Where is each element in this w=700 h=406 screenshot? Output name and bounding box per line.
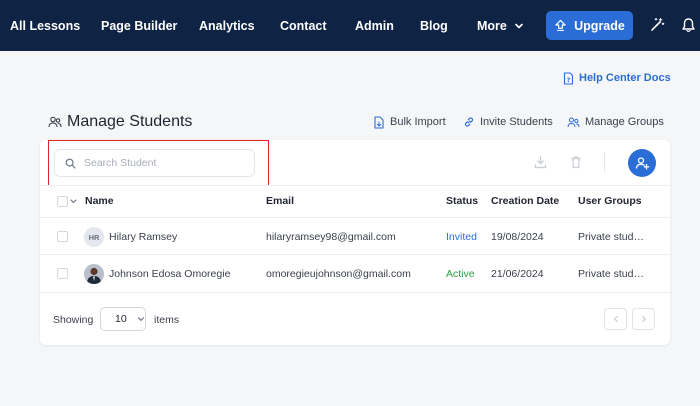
header-divider — [40, 217, 670, 218]
page-title-text: Manage Students — [67, 113, 193, 130]
status-badge: Active — [446, 268, 475, 280]
nav-more-label: More — [477, 18, 507, 33]
student-email: omoregieujohnson@gmail.com — [266, 268, 411, 280]
creation-date: 21/06/2024 — [491, 268, 544, 280]
users-icon — [48, 116, 62, 128]
column-header-email[interactable]: Email — [266, 195, 294, 207]
avatar — [84, 264, 104, 284]
nav-blog[interactable]: Blog — [420, 0, 448, 51]
table-top-divider — [40, 185, 670, 186]
column-header-creation-date[interactable]: Creation Date — [491, 195, 559, 207]
add-student-button[interactable] — [628, 149, 656, 177]
upgrade-icon — [555, 19, 566, 32]
nav-contact[interactable]: Contact — [280, 0, 327, 51]
per-page-select[interactable]: 10 — [100, 307, 146, 331]
items-label: items — [154, 314, 180, 326]
column-header-user-groups[interactable]: User Groups — [578, 195, 642, 207]
per-page-value: 10 — [115, 313, 127, 325]
avatar: HR — [84, 227, 104, 247]
invite-students-button[interactable]: Invite Students — [463, 113, 553, 131]
chevron-right-icon — [641, 315, 646, 323]
column-header-name[interactable]: Name — [85, 195, 114, 207]
column-header-status[interactable]: Status — [446, 195, 478, 207]
help-center-label: Help Center Docs — [579, 72, 671, 84]
student-name[interactable]: Hilary Ramsey — [109, 231, 177, 243]
nav-page-builder[interactable]: Page Builder — [101, 0, 177, 51]
nav-analytics[interactable]: Analytics — [199, 0, 255, 51]
upgrade-button[interactable]: Upgrade — [546, 11, 633, 40]
creation-date: 19/08/2024 — [491, 231, 544, 243]
upgrade-label: Upgrade — [574, 18, 625, 33]
row-divider — [40, 254, 670, 255]
bulk-import-button[interactable]: Bulk Import — [373, 113, 446, 131]
user-plus-icon — [635, 157, 649, 170]
row-checkbox[interactable] — [57, 231, 68, 242]
chevron-left-icon — [613, 315, 618, 323]
invite-students-label: Invite Students — [480, 116, 553, 128]
document-help-icon: ? — [563, 71, 574, 85]
download-icon[interactable] — [533, 154, 547, 170]
nav-more[interactable]: More — [477, 0, 524, 51]
chevron-down-icon[interactable] — [70, 198, 77, 205]
svg-text:?: ? — [567, 77, 571, 84]
search-highlight-box — [48, 140, 269, 186]
chevron-down-icon — [137, 317, 144, 322]
bulk-import-label: Bulk Import — [390, 116, 446, 128]
status-badge: Invited — [446, 231, 477, 243]
help-center-docs-link[interactable]: ? Help Center Docs — [563, 70, 671, 86]
student-email: hilaryramsey98@gmail.com — [266, 231, 396, 243]
page-title: Manage Students — [48, 112, 192, 132]
toolbar-divider — [604, 152, 605, 172]
manage-groups-button[interactable]: Manage Groups — [567, 113, 664, 131]
select-all-checkbox[interactable] — [57, 196, 68, 207]
previous-page-button[interactable] — [604, 308, 627, 330]
next-page-button[interactable] — [632, 308, 655, 330]
chevron-down-icon — [515, 23, 523, 28]
nav-admin[interactable]: Admin — [355, 0, 394, 51]
magic-wand-icon[interactable] — [648, 16, 666, 34]
trash-icon[interactable] — [569, 154, 583, 170]
users-group-icon — [567, 117, 580, 127]
manage-groups-label: Manage Groups — [585, 116, 664, 128]
bell-icon[interactable] — [679, 16, 697, 34]
link-icon — [464, 117, 474, 127]
student-name[interactable]: Johnson Edosa Omoregie — [109, 268, 230, 280]
nav-all-lessons[interactable]: All Lessons — [10, 0, 80, 51]
user-groups: Private stud… — [578, 268, 644, 280]
row-divider — [40, 292, 670, 293]
file-import-icon — [374, 115, 384, 129]
row-checkbox[interactable] — [57, 268, 68, 279]
top-navigation-bar: All Lessons Page Builder Analytics Conta… — [0, 0, 700, 51]
showing-label: Showing — [53, 314, 94, 326]
user-groups: Private stud… — [578, 231, 644, 243]
